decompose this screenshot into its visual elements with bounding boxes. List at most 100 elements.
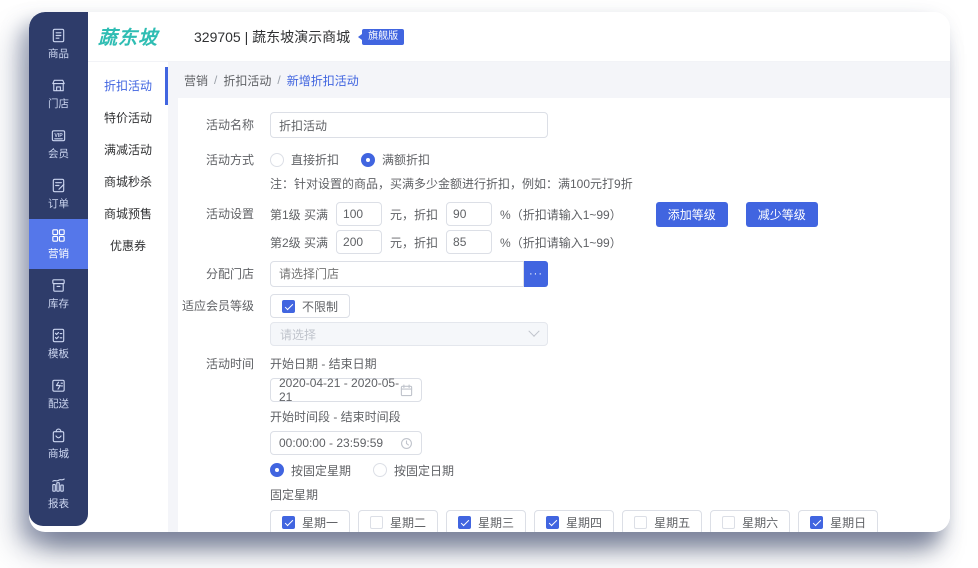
checkbox-icon xyxy=(810,516,824,529)
radio-icon xyxy=(270,152,284,167)
store-title: 329705 | 蔬东坡演示商城 xyxy=(194,28,351,45)
member-level-select[interactable]: 请选择 xyxy=(270,322,548,346)
weekday-tuesday[interactable]: 星期二 xyxy=(358,510,439,532)
clock-icon xyxy=(401,437,412,449)
sidebar-item-mall[interactable]: 商城 xyxy=(29,419,88,469)
form-panel: 活动名称 活动方式 直接折扣 xyxy=(178,98,950,532)
order-icon xyxy=(52,178,65,193)
submenu-item-discount-activity[interactable]: 折扣活动 xyxy=(88,67,168,105)
weekday-saturday[interactable]: 星期六 xyxy=(710,510,791,532)
activity-name-input[interactable] xyxy=(270,112,548,138)
chevron-down-icon xyxy=(528,325,540,337)
template-icon xyxy=(52,328,65,343)
weekday-sunday[interactable]: 星期日 xyxy=(798,510,879,532)
select-placeholder: 请选择 xyxy=(280,327,317,342)
repeat-option-fixed-week[interactable]: 按固定星期 xyxy=(270,462,351,479)
repeat-option-fixed-date[interactable]: 按固定日期 xyxy=(373,462,454,479)
date-range-input[interactable]: 2020-04-21 - 2020-05-21 xyxy=(270,376,422,404)
sidebar-item-label: 营销 xyxy=(48,248,69,260)
level1-amount-input[interactable] xyxy=(336,202,383,226)
activity-mode-label: 活动方式 xyxy=(205,152,254,167)
sidebar-item-shop[interactable]: 门店 xyxy=(29,69,88,119)
level-prefix: 第1级 买满 xyxy=(270,207,329,222)
add-level-button[interactable]: 添加等级 xyxy=(655,201,728,227)
mode-option-amount-discount[interactable]: 满额折扣 xyxy=(361,151,430,168)
mall-bag-icon xyxy=(52,428,65,443)
sidebar-item-label: 商城 xyxy=(48,448,69,460)
inventory-icon xyxy=(52,279,65,292)
level-prefix: 第2级 买满 xyxy=(270,235,329,250)
checkbox-label: 星期三 xyxy=(478,516,515,530)
breadcrumb-separator: / xyxy=(214,73,218,87)
checkbox-label: 星期一 xyxy=(302,516,339,530)
submenu-item-flash-sale[interactable]: 商城秒杀 xyxy=(88,166,168,198)
submenu-item-presale[interactable]: 商城预售 xyxy=(88,198,168,230)
date-range-value: 2020-04-21 - 2020-05-21 xyxy=(279,376,400,404)
level-mid-text: 元，折扣 xyxy=(390,207,439,222)
weekday-friday[interactable]: 星期五 xyxy=(622,510,703,532)
checkbox-label: 星期六 xyxy=(742,516,779,530)
submenu-item-special-price[interactable]: 特价活动 xyxy=(88,102,168,134)
assign-store-label: 分配门店 xyxy=(205,267,254,281)
breadcrumb: 营销 / 折扣活动 / 新增折扣活动 xyxy=(168,62,950,98)
secondary-sidebar: 折扣活动 特价活动 满减活动 商城秒杀 商城预售 优惠券 xyxy=(88,62,168,532)
radio-icon xyxy=(270,463,284,477)
sidebar-item-marketing[interactable]: 营销 xyxy=(29,219,88,269)
unlimited-checkbox[interactable]: 不限制 xyxy=(270,294,351,318)
primary-sidebar: 商品 门店 VIP 会员 订单 营销 库存 模板 配送 商城 报表 xyxy=(29,12,88,526)
level-mid-text: 元，折扣 xyxy=(390,235,439,250)
sidebar-item-template[interactable]: 模板 xyxy=(29,319,88,369)
checkbox-label: 不限制 xyxy=(302,299,339,314)
remove-level-button[interactable]: 减少等级 xyxy=(745,201,818,227)
report-chart-icon xyxy=(52,478,65,492)
sidebar-item-member[interactable]: VIP 会员 xyxy=(29,119,88,169)
delivery-icon xyxy=(52,379,65,392)
weekday-thursday[interactable]: 星期四 xyxy=(534,510,615,532)
checkbox-icon xyxy=(370,516,384,529)
marketing-grid-icon xyxy=(52,229,65,242)
sidebar-item-goods[interactable]: 商品 xyxy=(29,19,88,69)
sidebar-item-inventory[interactable]: 库存 xyxy=(29,269,88,319)
radio-icon xyxy=(361,152,376,167)
checkbox-label: 星期四 xyxy=(566,516,603,530)
weekday-monday[interactable]: 星期一 xyxy=(270,510,351,532)
time-range-input[interactable]: 00:00:00 - 23:59:59 xyxy=(270,431,422,455)
breadcrumb-item[interactable]: 折扣活动 xyxy=(223,72,271,89)
submenu-item-full-reduction[interactable]: 满减活动 xyxy=(88,134,168,166)
sidebar-item-label: 模板 xyxy=(48,348,69,360)
time-range-value: 00:00:00 - 23:59:59 xyxy=(279,436,384,450)
radio-label: 直接折扣 xyxy=(291,153,340,167)
sidebar-item-orders[interactable]: 订单 xyxy=(29,169,88,219)
fixed-week-label: 固定星期 xyxy=(270,488,319,502)
sidebar-item-label: 配送 xyxy=(48,398,69,410)
edition-badge: 旗舰版 xyxy=(358,28,405,45)
sidebar-item-label: 报表 xyxy=(48,498,69,510)
weekday-wednesday[interactable]: 星期三 xyxy=(446,510,527,532)
breadcrumb-item-current: 新增折扣活动 xyxy=(286,73,359,88)
checkbox-icon xyxy=(282,299,295,313)
sidebar-item-label: 订单 xyxy=(48,198,69,210)
breadcrumb-item[interactable]: 营销 xyxy=(184,72,208,89)
vip-card-icon: VIP xyxy=(51,130,66,142)
sidebar-item-delivery[interactable]: 配送 xyxy=(29,369,88,419)
shop-icon xyxy=(52,79,65,92)
checkbox-icon xyxy=(722,516,736,529)
sidebar-item-label: 门店 xyxy=(48,98,69,110)
store-more-button[interactable]: ··· xyxy=(524,261,548,287)
level2-amount-input[interactable] xyxy=(336,230,383,254)
time-range-label: 开始时间段 - 结束时间段 xyxy=(270,410,401,424)
sidebar-item-report[interactable]: 报表 xyxy=(29,469,88,519)
level2-discount-input[interactable] xyxy=(446,230,493,254)
top-bar: 蔬东坡 329705 | 蔬东坡演示商城 旗舰版 xyxy=(88,12,950,62)
level1-discount-input[interactable] xyxy=(446,202,493,226)
brand-logo: 蔬东坡 xyxy=(97,28,158,49)
store-select-input[interactable] xyxy=(270,261,524,287)
radio-icon xyxy=(373,463,388,477)
weekday-selector: 星期一 星期二 星期三 星期四 星期五 星期六 星期日 xyxy=(270,510,879,532)
mode-note: 注：针对设置的商品，买满多少金额进行折扣，例如：满100元打9折 xyxy=(270,177,633,191)
mode-option-direct-discount[interactable]: 直接折扣 xyxy=(270,151,339,168)
checkbox-icon xyxy=(282,516,295,529)
radio-label: 满额折扣 xyxy=(382,153,431,167)
submenu-item-coupon[interactable]: 优惠券 xyxy=(88,230,168,262)
sidebar-item-label: 库存 xyxy=(48,298,69,310)
